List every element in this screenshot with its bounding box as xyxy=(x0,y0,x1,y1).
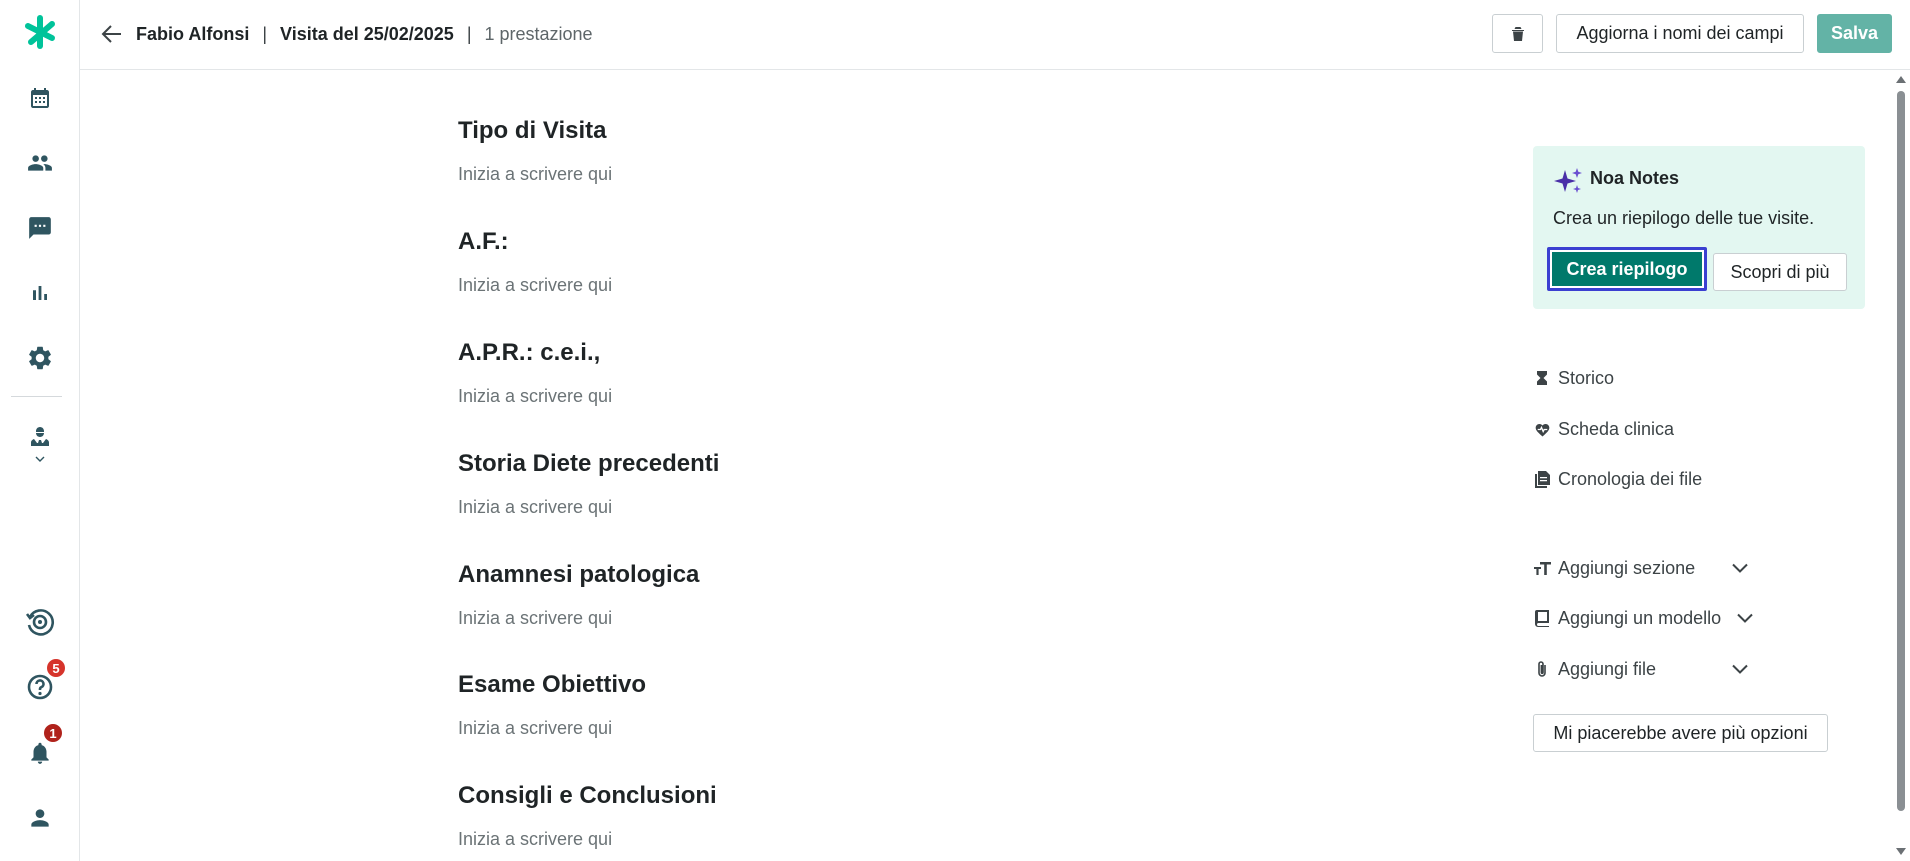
heart-pulse-icon xyxy=(1533,422,1551,437)
history-label: Storico xyxy=(1558,367,1615,388)
chevron-down-icon[interactable] xyxy=(0,448,79,470)
add-template-label: Aggiungi un modello xyxy=(1558,607,1722,628)
sidebar: 5 1 xyxy=(0,0,80,861)
noa-notes-description: Crea un riepilogo delle tue visite. xyxy=(1553,208,1815,228)
gear-icon[interactable] xyxy=(0,336,79,380)
section-title: Tipo di Visita xyxy=(458,117,607,144)
create-summary-label: Crea riepilogo xyxy=(1552,252,1702,286)
calendar-icon[interactable] xyxy=(0,76,79,120)
chevron-down-icon[interactable] xyxy=(1732,664,1748,674)
breadcrumb: Fabio Alfonsi | Visita del 25/02/2025 | … xyxy=(136,20,593,48)
form-section: Tipo di Visita Inizia a scrivere qui xyxy=(458,116,612,185)
rename-fields-button[interactable]: Aggiorna i nomi dei campi xyxy=(1556,14,1804,53)
section-text-field[interactable]: Inizia a scrivere qui xyxy=(458,163,612,185)
services-count[interactable]: 1 prestazione xyxy=(485,24,593,45)
breadcrumb-separator: | xyxy=(466,23,472,44)
add-section-label: Aggiungi sezione xyxy=(1558,557,1696,578)
section-title: Storia Diete precedenti xyxy=(458,450,720,477)
section-text-field[interactable]: Inizia a scrivere qui xyxy=(458,828,717,850)
form-section: Esame Obiettivo Inizia a scrivere qui xyxy=(458,670,646,739)
text-size-icon xyxy=(1533,561,1551,575)
section-text-field[interactable]: Inizia a scrivere qui xyxy=(458,274,612,296)
clinical-record-link[interactable]: Scheda clinica xyxy=(1533,416,1674,442)
paperclip-icon xyxy=(1533,660,1551,678)
sparkles-icon xyxy=(1554,168,1582,193)
file-history-link[interactable]: Cronologia dei file xyxy=(1533,466,1702,492)
scrollbar[interactable] xyxy=(1893,70,1910,861)
scroll-up-arrow-icon[interactable] xyxy=(1896,76,1906,83)
back-arrow-icon[interactable] xyxy=(98,20,126,48)
section-text-field[interactable]: Inizia a scrivere qui xyxy=(458,496,719,518)
form-section: Consigli e Conclusioni Inizia a scrivere… xyxy=(458,781,717,850)
noa-notes-title: Noa Notes xyxy=(1590,168,1680,188)
history-target-icon[interactable] xyxy=(0,600,79,644)
section-title: Consigli e Conclusioni xyxy=(458,782,717,809)
scrollbar-thumb[interactable] xyxy=(1897,91,1905,811)
clinical-record-label: Scheda clinica xyxy=(1558,418,1675,439)
form-section: Anamnesi patologica Inizia a scrivere qu… xyxy=(458,560,699,629)
section-title: Anamnesi patologica xyxy=(458,561,700,588)
sidebar-divider xyxy=(11,396,62,397)
add-section-dropdown[interactable]: Aggiungi sezione xyxy=(1533,555,1695,581)
section-text-field[interactable]: Inizia a scrivere qui xyxy=(458,717,646,739)
section-title: Esame Obiettivo xyxy=(458,671,647,698)
section-title: A.F.: xyxy=(458,228,509,255)
learn-more-button[interactable]: Scopri di più xyxy=(1713,253,1847,291)
form-section: A.P.R.: c.e.i., Inizia a scrivere qui xyxy=(458,338,612,407)
history-link[interactable]: Storico xyxy=(1533,365,1614,391)
visit-header: Fabio Alfonsi | Visita del 25/02/2025 | … xyxy=(80,0,1910,70)
noa-notes-card: Noa Notes Crea un riepilogo delle tue vi… xyxy=(1533,146,1865,309)
breadcrumb-separator: | xyxy=(262,23,268,44)
user-icon[interactable] xyxy=(0,796,79,840)
add-file-dropdown[interactable]: Aggiungi file xyxy=(1533,656,1656,682)
brand-logo-icon[interactable] xyxy=(0,10,79,54)
add-file-label: Aggiungi file xyxy=(1558,658,1657,679)
patient-name[interactable]: Fabio Alfonsi xyxy=(136,24,249,45)
chevron-down-icon[interactable] xyxy=(1737,613,1753,623)
delete-button[interactable] xyxy=(1492,14,1543,53)
form-section: Storia Diete precedenti Inizia a scriver… xyxy=(458,449,719,518)
trash-icon xyxy=(1511,26,1524,41)
visit-date: Visita del 25/02/2025 xyxy=(280,23,454,44)
section-title: A.P.R.: c.e.i., xyxy=(458,339,601,366)
file-history-label: Cronologia dei file xyxy=(1558,468,1703,489)
save-button[interactable]: Salva xyxy=(1817,14,1892,53)
section-text-field[interactable]: Inizia a scrivere qui xyxy=(458,385,612,407)
chevron-down-icon[interactable] xyxy=(1732,563,1748,573)
people-icon[interactable] xyxy=(0,141,79,185)
help-badge: 5 xyxy=(45,657,67,679)
help-icon[interactable] xyxy=(0,665,79,709)
chat-icon[interactable] xyxy=(0,206,79,250)
add-template-dropdown[interactable]: Aggiungi un modello xyxy=(1533,605,1721,631)
notifications-badge: 1 xyxy=(42,722,64,744)
hourglass-icon xyxy=(1533,370,1551,386)
create-summary-button[interactable]: Crea riepilogo xyxy=(1547,247,1707,291)
template-icon xyxy=(1533,609,1551,627)
file-history-icon xyxy=(1533,470,1551,488)
form-section: A.F.: Inizia a scrivere qui xyxy=(458,227,612,296)
bar-chart-icon[interactable] xyxy=(0,271,79,315)
more-options-button[interactable]: Mi piacerebbe avere più opzioni xyxy=(1533,714,1828,752)
bell-icon[interactable] xyxy=(0,731,79,775)
section-text-field[interactable]: Inizia a scrivere qui xyxy=(458,607,699,629)
scroll-down-arrow-icon[interactable] xyxy=(1896,848,1906,855)
